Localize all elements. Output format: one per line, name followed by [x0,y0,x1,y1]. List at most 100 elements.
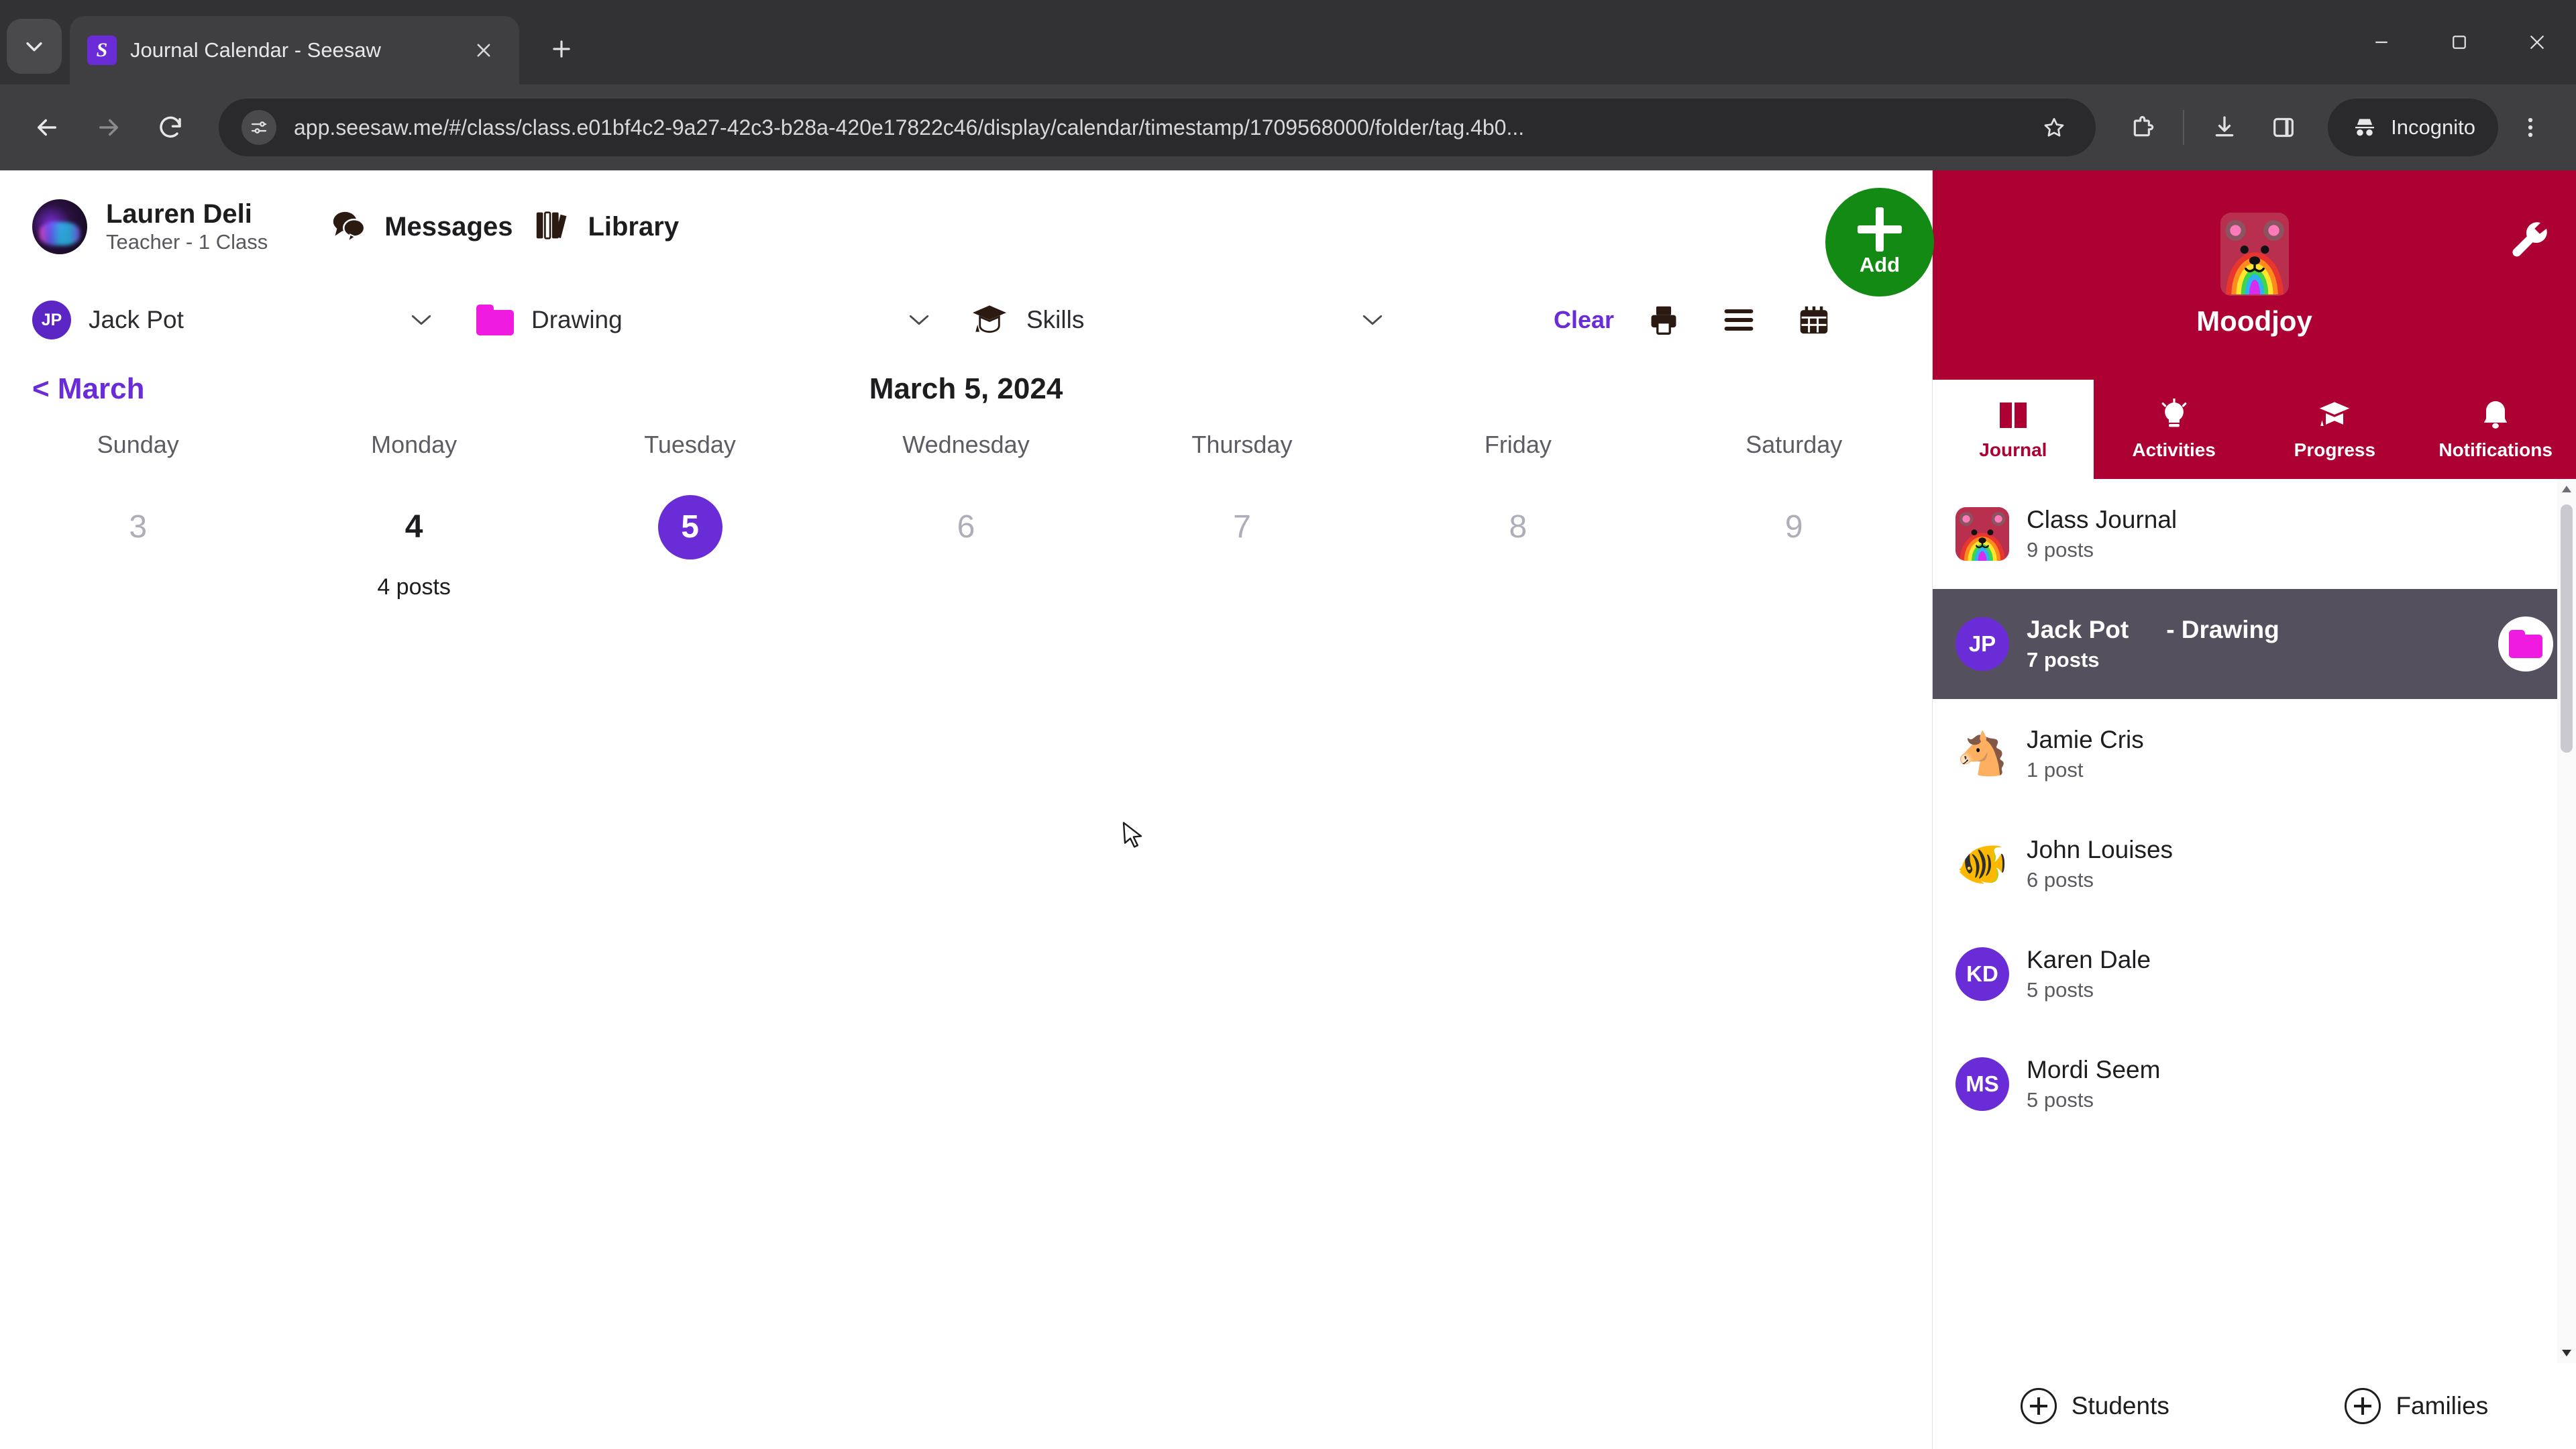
tab-label-activities: Activities [2132,439,2216,460]
list-item[interactable]: KD Karen Dale 5 posts [1933,919,2576,1029]
tab-progress[interactable]: Progress [2254,380,2416,479]
day-name-wednesday: Wednesday [902,431,1030,458]
new-tab-icon[interactable] [535,23,588,75]
nav-item-library[interactable]: Library [533,208,679,246]
kebab-menu-icon[interactable] [2504,101,2557,154]
list-item-body: Jack Pot - Drawing 7 posts [2027,616,2481,672]
address-bar[interactable]: app.seesaw.me/#/class/class.e01bf4c2-9a2… [219,99,2096,156]
window-close-icon[interactable] [2498,0,2576,85]
wrench-icon[interactable] [2510,221,2553,264]
day-number: 9 [1784,509,1803,545]
print-icon[interactable] [1638,294,1689,345]
student-filter-avatar: JP [32,301,71,339]
tab-title: Journal Calendar - Seesaw [130,38,381,62]
reload-icon[interactable] [142,99,199,156]
class-name: Moodjoy [2196,305,2312,337]
library-icon [533,208,572,246]
folder-filter-chevron-down-icon[interactable] [906,307,932,333]
scrollbar-thumb[interactable] [2561,504,2573,753]
list-item-folder-tag: - Drawing [2166,616,2279,643]
student-filter-chevron-down-icon[interactable] [408,307,435,333]
back-icon[interactable] [19,99,75,156]
avatar: JP [1955,617,2009,671]
toolbar-divider [2183,110,2185,145]
url-text: app.seesaw.me/#/class/class.e01bf4c2-9a2… [294,115,1525,140]
day-post-count: 4 posts [377,574,451,600]
calendar-day-cell[interactable]: 4 4 posts [276,474,551,621]
tab-strip: S Journal Calendar - Seesaw [0,0,2576,85]
day-name-friday: Friday [1484,431,1552,458]
download-icon[interactable] [2198,101,2251,154]
list-item-body: John Louises 6 posts [2027,836,2553,892]
list-item[interactable]: 🐠 John Louises 6 posts [1933,809,2576,919]
list-item-post-count: 5 posts [2027,978,2094,1002]
skills-filter-chevron-down-icon[interactable] [1359,307,1386,333]
list-item-post-count: 1 post [2027,758,2084,782]
skills-filter-label: Skills [1026,306,1085,333]
day-name-monday: Monday [371,431,458,458]
filter-bar: JP Jack Pot Drawing Skills Clear [0,283,1932,357]
add-button[interactable]: Add [1825,188,1934,297]
main-panel: Lauren Deli Teacher - 1 Class Messages L… [0,170,1932,1449]
browser-tab[interactable]: S Journal Calendar - Seesaw [70,16,519,85]
list-view-icon[interactable] [1713,294,1764,345]
avatar: KD [1955,947,2009,1001]
minimize-icon[interactable] [2343,0,2420,85]
calendar-day-cell[interactable]: 8 [1380,474,1656,621]
messages-icon [329,208,368,246]
journal-book-icon [1996,398,2031,434]
site-settings-icon[interactable] [241,110,276,145]
class-sidebar: Add Moodjoy Journal Activities Progress … [1825,170,2576,1449]
add-families-label: Families [2396,1392,2489,1419]
calendar-day-cell-selected[interactable]: 5 [552,474,828,621]
clear-filters-button[interactable]: Clear [1554,306,1614,334]
scroll-down-icon[interactable] [2557,1343,2576,1363]
calendar-day-cell[interactable]: 9 [1656,474,1932,621]
tab-notifications[interactable]: Notifications [2415,380,2576,479]
day-number: 7 [1233,509,1251,545]
maximize-icon[interactable] [2420,0,2498,85]
list-item-body: Mordi Seem 5 posts [2027,1056,2553,1112]
previous-month-button[interactable]: < March [32,372,145,406]
calendar-day-cell[interactable]: 7 [1104,474,1380,621]
day-name-thursday: Thursday [1191,431,1293,458]
incognito-badge[interactable]: Incognito [2328,99,2498,156]
tab-activities[interactable]: Activities [2093,380,2255,479]
list-item[interactable]: Class Journal 9 posts [1933,479,2576,589]
day-name-tuesday: Tuesday [644,431,736,458]
incognito-label: Incognito [2391,115,2475,139]
day-name-saturday: Saturday [1746,431,1843,458]
avatar: 🐠 [1956,841,2008,888]
selected-date-title: March 5, 2024 [869,372,1063,405]
list-item-selected[interactable]: JP Jack Pot - Drawing 7 posts [1933,589,2576,699]
forward-icon[interactable] [80,99,137,156]
graduation-cap-icon [970,302,1009,339]
calendar-view-icon[interactable] [1788,294,1839,345]
add-students-button[interactable]: Students [2020,1388,2169,1424]
close-tab-icon[interactable] [466,32,502,68]
tab-journal[interactable]: Journal [1933,380,2094,479]
tab-list-icon[interactable] [7,19,62,74]
avatar [32,199,87,254]
teacher-name: Lauren Deli [106,199,252,229]
teacher-profile[interactable]: Lauren Deli Teacher - 1 Class [32,199,268,256]
list-item[interactable]: MS Mordi Seem 5 posts [1933,1029,2576,1139]
student-filter[interactable]: JP Jack Pot [32,292,408,347]
add-families-button[interactable]: Families [2345,1388,2488,1424]
side-panel-icon[interactable] [2257,101,2310,154]
extensions-icon[interactable] [2116,101,2169,154]
nav-item-messages[interactable]: Messages [329,208,513,246]
star-icon[interactable] [2035,109,2073,146]
scroll-up-icon[interactable] [2557,479,2576,499]
app-header: Lauren Deli Teacher - 1 Class Messages L… [0,170,1932,283]
skills-filter[interactable]: Skills [970,292,1359,347]
list-item-name: John Louises [2027,836,2174,863]
list-item-name: Mordi Seem [2027,1056,2161,1083]
folder-filter[interactable]: Drawing [476,292,906,347]
calendar-day-cell[interactable]: 3 [0,474,276,621]
calendar-day-cell[interactable]: 6 [828,474,1104,621]
list-item[interactable]: 🐴 Jamie Cris 1 post [1933,699,2576,809]
header-nav: Messages Library [329,208,679,246]
sidebar-scrollbar[interactable] [2557,479,2576,1363]
list-item-name: Class Journal [2027,506,2178,533]
